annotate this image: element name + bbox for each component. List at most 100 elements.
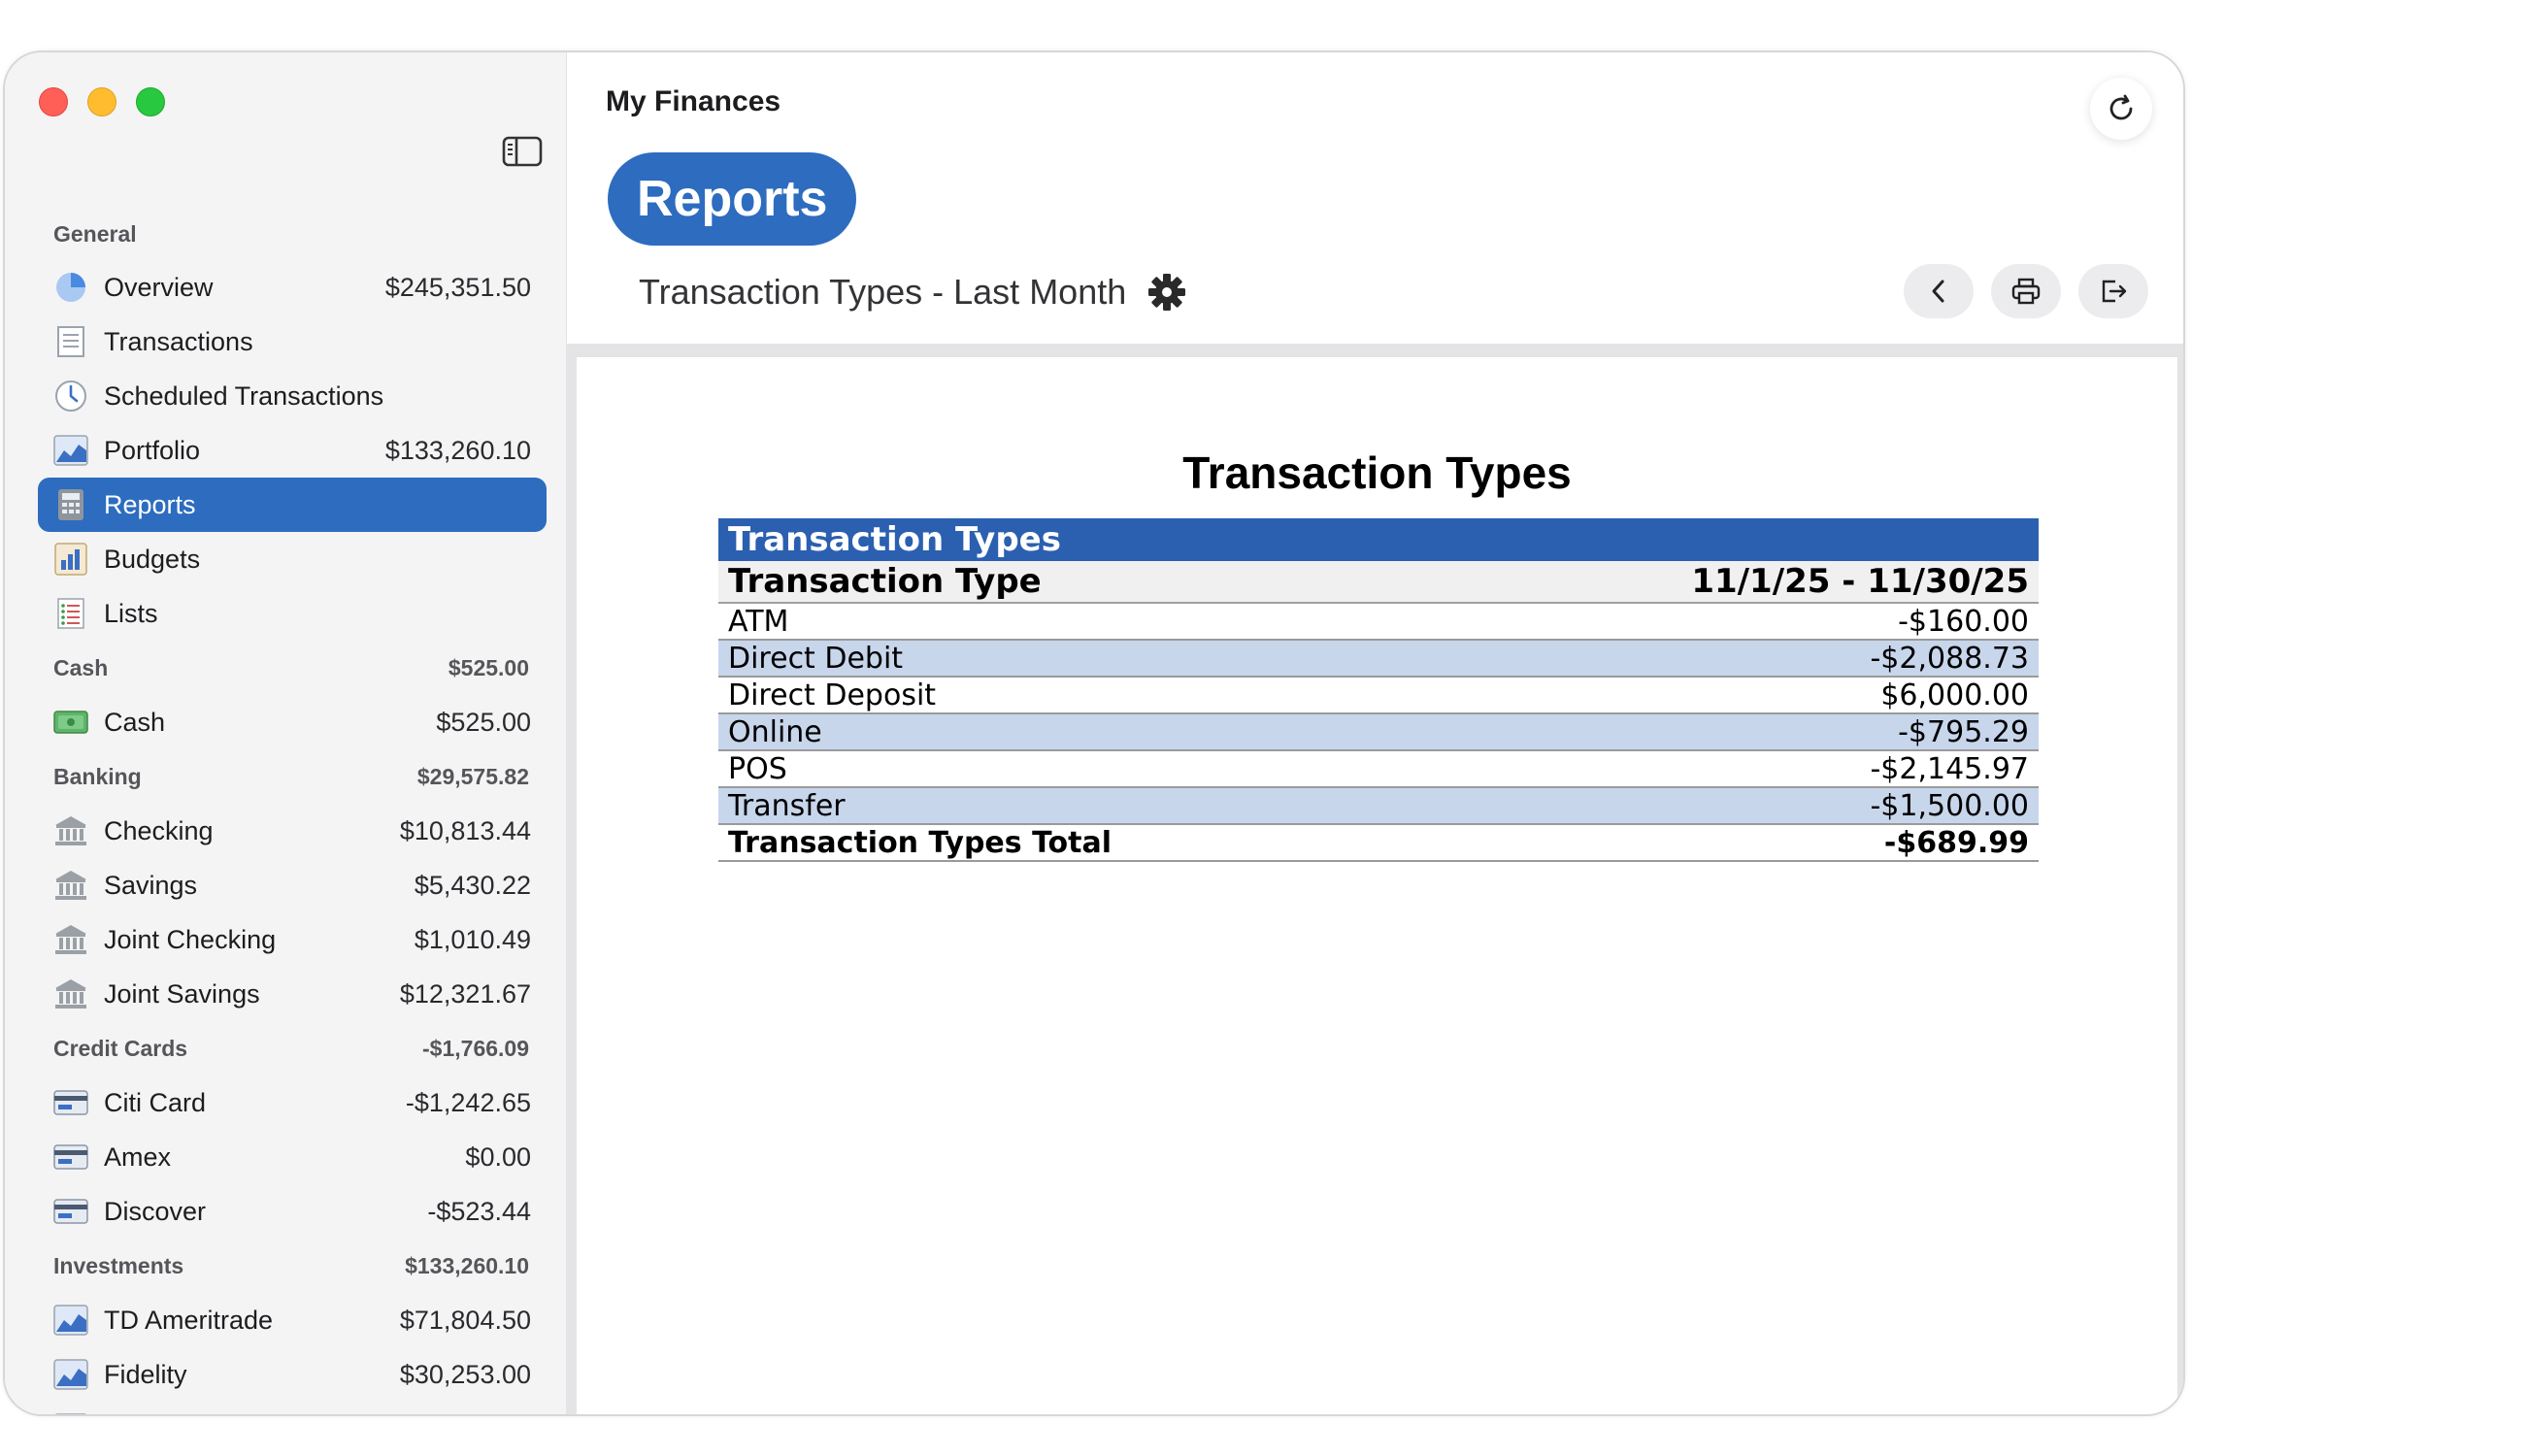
report-area: Transaction Types Transaction Types Tran… (567, 344, 2183, 1414)
report-page: Transaction Types Transaction Types Tran… (577, 357, 2177, 1414)
sidebar-item-label: Lists (104, 598, 158, 628)
sidebar-item-amount: $12,321.67 (399, 978, 531, 1009)
sidebar-item-budgets[interactable]: Budgets (38, 532, 547, 586)
app-title: My Finances (606, 85, 781, 117)
pie-chart-icon (53, 270, 88, 305)
sidebar-item-amount: $5,430.22 (414, 870, 531, 900)
sidebar-item-amount: $245,351.50 (384, 272, 531, 302)
back-button[interactable] (1904, 264, 1974, 318)
sidebar-section-credit-cards[interactable]: Credit Cards -$1,766.09 (5, 1021, 566, 1075)
export-button[interactable] (2078, 264, 2148, 318)
sidebar-item-checking[interactable]: Checking $10,813.44 (38, 804, 547, 858)
gear-icon[interactable] (1147, 273, 1186, 312)
sidebar-item-label: Joint Checking (104, 924, 277, 954)
sidebar-item-label: Overview (104, 272, 214, 302)
table-header: Transaction Types (718, 518, 2039, 561)
sidebar-item-discover[interactable]: Discover -$523.44 (38, 1184, 547, 1239)
line-chart-icon (53, 1411, 88, 1414)
sidebar-item-fidelity[interactable]: Fidelity $30,253.00 (38, 1347, 547, 1402)
table-header-row: Transaction Types (718, 518, 2039, 561)
sidebar-item-amount: $31,202.60 (400, 1414, 531, 1415)
sidebar-item-transactions[interactable]: Transactions (38, 314, 547, 369)
bank-icon (53, 813, 88, 848)
ledger-icon (53, 324, 88, 359)
sidebar-item-scheduled-transactions[interactable]: Scheduled Transactions (38, 369, 547, 423)
section-title: General (53, 220, 137, 247)
sidebar-item-reports[interactable]: Reports (38, 478, 547, 532)
sidebar-item-label: Citi Card (104, 1087, 207, 1117)
sidebar-item-label: Reports (104, 489, 196, 519)
credit-card-icon (53, 1140, 88, 1175)
sidebar-item-lists[interactable]: Lists (38, 586, 547, 641)
column-header-type: Transaction Type (718, 561, 1419, 604)
sidebar-item-label: Scheduled Transactions (104, 381, 384, 411)
sidebar-section-banking[interactable]: Banking $29,575.82 (5, 749, 566, 804)
sidebar-item-joint-checking[interactable]: Joint Checking $1,010.49 (38, 912, 547, 967)
sidebar-section-general[interactable]: General (5, 208, 566, 260)
table-row: Direct Deposit $6,000.00 (718, 677, 2039, 714)
sidebar-item-label: Joint Savings (104, 978, 260, 1009)
print-button[interactable] (1991, 264, 2061, 318)
bar-chart-icon (53, 542, 88, 577)
section-title: Investments (53, 1252, 184, 1278)
bank-icon (53, 868, 88, 903)
sidebar-item-vanguard[interactable]: Vanguard$31,202.60 (38, 1402, 547, 1415)
refresh-button[interactable] (2090, 78, 2152, 140)
list-icon (53, 596, 88, 631)
sidebar-item-amex[interactable]: Amex $0.00 (38, 1130, 547, 1184)
sidebar-item-label: Discover (104, 1196, 207, 1226)
sidebar-section-cash[interactable]: Cash $525.00 (5, 641, 566, 695)
minimize-window-button[interactable] (87, 87, 116, 116)
section-title: Banking (53, 763, 142, 789)
report-table: Transaction Types Transaction Type 11/1/… (718, 518, 2039, 862)
transaction-type-cell: ATM (718, 603, 1419, 641)
zoom-window-button[interactable] (136, 87, 165, 116)
section-title: Credit Cards (53, 1035, 188, 1061)
sidebar-item-label: Portfolio (104, 435, 201, 465)
table-row: POS -$2,145.97 (718, 750, 2039, 788)
clock-icon (53, 379, 88, 414)
credit-card-icon (53, 1194, 88, 1229)
table-row: Transfer -$1,500.00 (718, 787, 2039, 825)
report-title: Transaction Types (1182, 447, 1572, 498)
close-window-button[interactable] (39, 87, 68, 116)
sidebar-item-label: TD Ameritrade (104, 1305, 274, 1335)
line-chart-icon (53, 1303, 88, 1338)
sidebar-toggle-icon[interactable] (502, 136, 543, 167)
section-total: $29,575.82 (416, 763, 529, 789)
section-total: $133,260.10 (405, 1252, 529, 1278)
sidebar-item-savings[interactable]: Savings $5,430.22 (38, 858, 547, 912)
app-window: General Overview $245,351.50 Transactions Sc… (3, 50, 2185, 1416)
sidebar-item-overview[interactable]: Overview $245,351.50 (38, 260, 547, 314)
column-header-row: Transaction Type 11/1/25 - 11/30/25 (718, 561, 2039, 604)
sidebar-section-investments[interactable]: Investments $133,260.10 (5, 1239, 566, 1293)
sidebar-item-label: Vanguard (104, 1414, 400, 1415)
window-controls (39, 87, 165, 116)
export-icon (2102, 280, 2127, 303)
sidebar-item-cash[interactable]: Cash $525.00 (38, 695, 547, 749)
table-row: Direct Debit -$2,088.73 (718, 640, 2039, 678)
sidebar-item-joint-savings[interactable]: Joint Savings $12,321.67 (38, 967, 547, 1021)
report-selector[interactable]: Transaction Types - Last Month (639, 272, 1186, 313)
sidebar-item-amount: $71,804.50 (399, 1305, 531, 1335)
amount-cell: -$2,088.73 (1418, 640, 2039, 678)
sidebar-item-amount: $1,010.49 (414, 924, 531, 954)
amount-cell: -$1,500.00 (1418, 787, 2039, 825)
sidebar-item-citi-card[interactable]: Citi Card -$1,242.65 (38, 1075, 547, 1130)
amount-cell: -$2,145.97 (1418, 750, 2039, 788)
sidebar-item-amount: $10,813.44 (399, 815, 531, 845)
section-total: -$1,766.09 (422, 1035, 529, 1061)
sidebar-item-td-ameritrade[interactable]: TD Ameritrade $71,804.50 (38, 1293, 547, 1347)
report-name: Transaction Types - Last Month (639, 272, 1127, 312)
table-row: ATM -$160.00 (718, 603, 2039, 641)
sidebar-item-portfolio[interactable]: Portfolio $133,260.10 (38, 423, 547, 478)
sidebar-item-label: Savings (104, 870, 198, 900)
sidebar-item-label: Budgets (104, 544, 201, 574)
sidebar-item-label: Amex (104, 1142, 172, 1172)
refresh-icon (2109, 94, 2133, 120)
sidebar-item-label: Transactions (104, 326, 253, 356)
transaction-type-cell: POS (718, 750, 1419, 788)
transaction-type-cell: Direct Debit (718, 640, 1419, 678)
sidebar-item-amount: $133,260.10 (384, 435, 531, 465)
sidebar: General Overview $245,351.50 Transactions Sc… (5, 52, 567, 1414)
